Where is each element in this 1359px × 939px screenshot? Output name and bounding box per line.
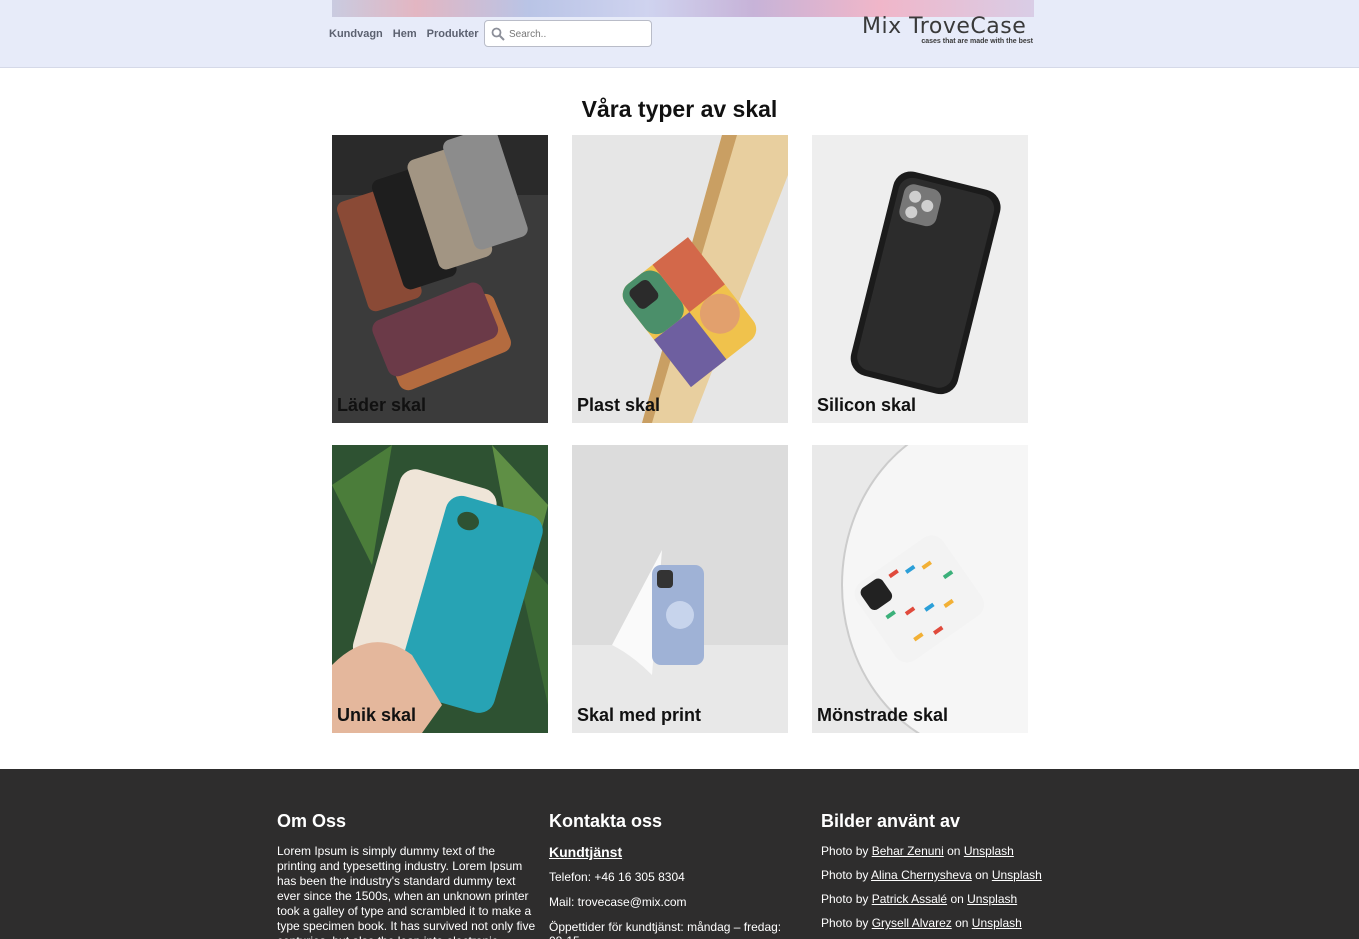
category-card-silicon[interactable]: Silicon skal <box>812 135 1028 423</box>
credit-author-link[interactable]: Grysell Alvarez <box>872 916 952 930</box>
footer-about-text: Lorem Ipsum is simply dummy text of the … <box>277 844 536 939</box>
category-card-unik[interactable]: Unik skal <box>332 445 548 733</box>
credit-prefix: Photo by <box>821 916 869 930</box>
credit-prefix: Photo by <box>821 844 869 858</box>
printed-case-photo <box>572 445 788 733</box>
credit-line: Photo by Patrick Assalé on Unsplash <box>821 892 1061 906</box>
category-label: Skal med print <box>577 705 702 725</box>
category-card-monstrade[interactable]: Mönstrade skal <box>812 445 1028 733</box>
nav-link-produkter[interactable]: Produkter <box>427 28 479 40</box>
leather-cases-photo <box>332 135 548 423</box>
main-nav: Kundvagn Hem Produkter <box>329 28 479 40</box>
footer-contact: Kontakta oss Kundtjänst Telefon: +46 16 … <box>549 811 789 939</box>
contact-hours: Öppettider för kundtjänst: måndag – fred… <box>549 920 782 939</box>
page-title: Våra typer av skal <box>581 96 778 122</box>
credit-on: on <box>947 844 961 858</box>
category-card-plast[interactable]: Plast skal <box>572 135 788 423</box>
patterned-case-photo <box>812 445 1028 733</box>
credit-line: Photo by Alina Chernysheva on Unsplash <box>821 868 1061 882</box>
category-label: Läder skal <box>337 395 427 415</box>
footer-about: Om Oss Lorem Ipsum is simply dummy text … <box>277 811 537 939</box>
credit-on: on <box>955 916 969 930</box>
credit-prefix: Photo by <box>821 892 869 906</box>
credit-on: on <box>950 892 964 906</box>
site-header: Kundvagn Hem Produkter Mix TroveCase cas… <box>0 0 1359 68</box>
category-label: Plast skal <box>577 395 661 415</box>
credit-author-link[interactable]: Patrick Assalé <box>872 892 947 906</box>
footer-about-heading: Om Oss <box>277 811 347 831</box>
nav-link-hem[interactable]: Hem <box>393 28 417 40</box>
search-icon[interactable] <box>491 27 505 41</box>
footer-contact-heading: Kontakta oss <box>549 811 663 831</box>
credit-author-link[interactable]: Behar Zenuni <box>872 844 944 858</box>
credit-prefix: Photo by <box>821 868 869 882</box>
credit-on: on <box>975 868 989 882</box>
category-label: Unik skal <box>337 705 417 725</box>
site-footer: Om Oss Lorem Ipsum is simply dummy text … <box>0 769 1359 939</box>
credit-site-link[interactable]: Unsplash <box>964 844 1014 858</box>
logo-tagline: cases that are made with the best <box>921 38 1033 45</box>
credit-site-link[interactable]: Unsplash <box>992 868 1042 882</box>
contact-phone: Telefon: +46 16 305 8304 <box>549 870 685 884</box>
footer-credits-heading: Bilder använt av <box>821 811 961 831</box>
credit-line: Photo by Behar Zenuni on Unsplash <box>821 844 1061 858</box>
search-input[interactable] <box>509 25 647 43</box>
site-logo[interactable]: Mix TroveCase cases that are made with t… <box>862 14 1037 48</box>
nav-link-kundvagn[interactable]: Kundvagn <box>329 28 383 40</box>
unique-case-photo <box>332 445 548 733</box>
customer-service-link[interactable]: Kundtjänst <box>549 844 622 860</box>
plastic-case-photo <box>572 135 788 423</box>
search-box <box>484 20 652 47</box>
credit-site-link[interactable]: Unsplash <box>972 916 1022 930</box>
category-label: Mönstrade skal <box>817 705 949 725</box>
category-label: Silicon skal <box>817 395 917 415</box>
credit-author-link[interactable]: Alina Chernysheva <box>871 868 972 882</box>
credit-site-link[interactable]: Unsplash <box>967 892 1017 906</box>
category-card-lader[interactable]: Läder skal <box>332 135 548 423</box>
footer-credits: Bilder använt av Photo by Behar Zenuni o… <box>821 811 1061 939</box>
logo-title: Mix TroveCase <box>862 14 1027 39</box>
contact-mail: Mail: trovecase@mix.com <box>549 895 687 909</box>
category-card-print[interactable]: Skal med print <box>572 445 788 733</box>
credit-line: Photo by Grysell Alvarez on Unsplash <box>821 916 1061 930</box>
silicon-case-photo <box>812 135 1028 423</box>
